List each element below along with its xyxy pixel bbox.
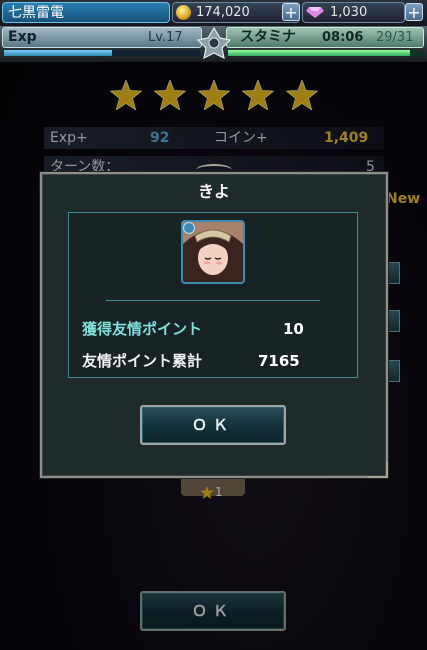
gem-icon [306,7,324,18]
exp-progress-fill [4,50,112,56]
dialog-title: きよ [197,182,230,201]
gem-count: 1,030 [330,5,368,20]
dialog-divider [106,300,320,301]
stamina-label: スタミナ [240,29,296,45]
stamina-value: 29/31 [376,30,414,45]
buy-coins-button[interactable]: + [282,3,300,21]
earned-friend-points-value: 10 [283,320,304,338]
player-level: Lv.17 [148,30,183,45]
dialog-top-ornament [196,164,232,176]
exp-label: Exp [8,29,37,45]
total-friend-points-value: 7165 [258,352,300,370]
stamina-progress-fill [228,50,410,56]
crest-icon [196,26,232,60]
earned-friend-points-label: 獲得友情ポイント [82,320,203,338]
dialog-corner-ornament [368,462,388,478]
buy-gems-button[interactable]: + [405,3,423,21]
coin-count: 174,020 [196,5,250,20]
player-name[interactable]: 七黒雷電 [2,2,170,23]
total-friend-points-label: 友情ポイント累計 [82,352,203,370]
dialog-ok-button[interactable]: ＯＫ [140,405,286,445]
element-water-icon [183,222,195,234]
coin-icon [176,5,191,20]
stamina-timer: 08:06 [322,30,364,45]
